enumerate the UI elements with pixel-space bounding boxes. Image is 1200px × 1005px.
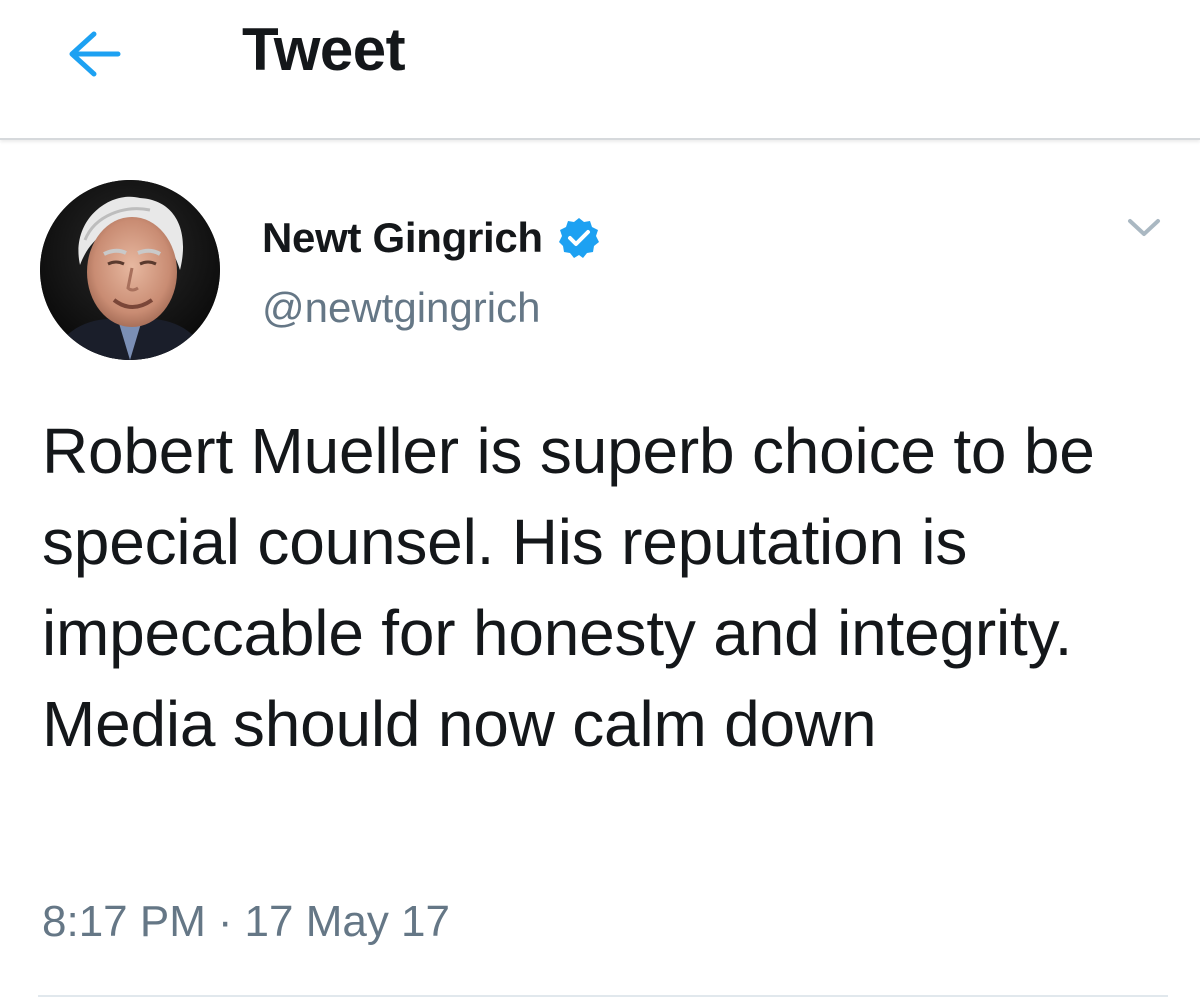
divider xyxy=(38,995,1168,997)
tweet-detail-screen: Tweet Newt Gingrich @newtgingrich Robert… xyxy=(0,0,1200,1005)
tweet-text: Robert Mueller is superb choice to be sp… xyxy=(42,415,1095,760)
tweet-menu-button[interactable] xyxy=(1122,210,1166,246)
avatar-photo xyxy=(40,180,220,360)
tweet-timestamp: 8:17 PM · 17 May 17 xyxy=(42,892,450,952)
tweet-time: 8:17 PM xyxy=(42,897,206,946)
avatar[interactable] xyxy=(40,180,220,360)
tweet-date: 17 May 17 xyxy=(244,897,450,946)
page-title: Tweet xyxy=(242,16,406,83)
timestamp-separator: · xyxy=(217,897,233,946)
arrow-left-icon xyxy=(69,31,121,77)
verified-badge-icon xyxy=(557,216,601,260)
top-app-bar: Tweet xyxy=(0,0,1200,140)
back-button[interactable] xyxy=(56,22,132,86)
author-row[interactable]: Newt Gingrich xyxy=(262,210,601,266)
author-handle[interactable]: @newtgingrich xyxy=(262,282,540,334)
author-name[interactable]: Newt Gingrich xyxy=(262,214,543,262)
chevron-down-icon xyxy=(1128,219,1160,236)
